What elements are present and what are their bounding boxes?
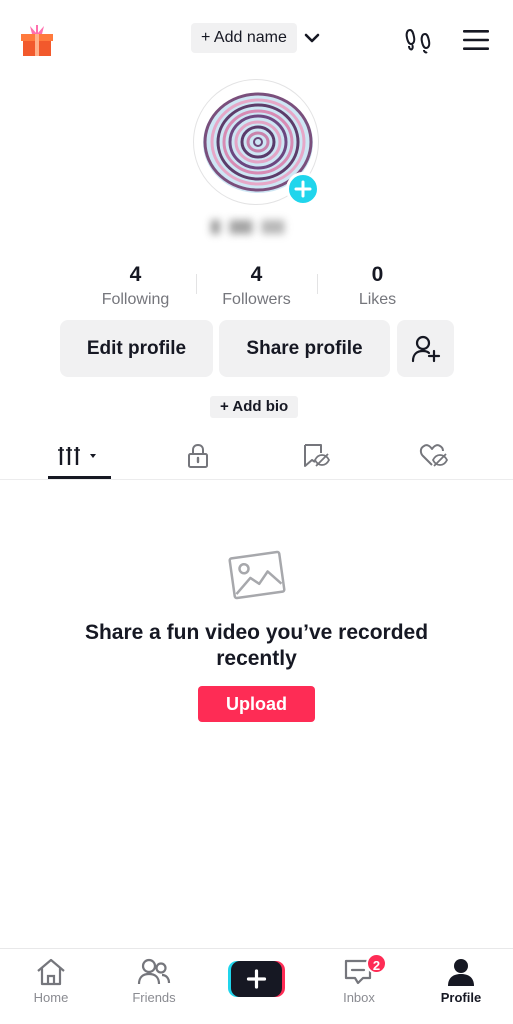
create-button[interactable] (228, 961, 285, 997)
add-user-icon (411, 335, 440, 363)
content-tabs (0, 432, 513, 480)
add-name-button[interactable]: + Add name (191, 23, 297, 53)
nav-profile[interactable]: Profile (421, 957, 501, 1005)
lock-icon (188, 443, 208, 468)
top-bar: + Add name (0, 0, 513, 80)
nav-inbox-label: Inbox (343, 990, 375, 1005)
create-icon (228, 961, 285, 997)
nav-home[interactable]: Home (11, 957, 91, 1005)
profile-icon (448, 959, 474, 986)
nav-home-label: Home (33, 990, 69, 1005)
following-count: 4 (129, 263, 142, 286)
bookmark-hidden-icon (304, 443, 330, 467)
heart-hidden-icon (419, 443, 449, 467)
avatar[interactable] (193, 79, 321, 207)
edit-profile-button[interactable]: Edit profile (60, 320, 213, 377)
plus-icon (294, 180, 312, 198)
add-friend-button[interactable] (397, 320, 454, 377)
nav-inbox[interactable]: Inbox (319, 957, 399, 1005)
following-label: Following (101, 291, 170, 308)
tab-liked[interactable] (404, 432, 464, 479)
add-name-label: + Add name (201, 29, 287, 46)
stat-likes[interactable]: 0 Likes (317, 262, 438, 312)
share-profile-button[interactable]: Share profile (219, 320, 390, 377)
add-bio-button[interactable]: + Add bio (210, 396, 299, 418)
inbox-badge: 2 (366, 953, 387, 974)
footprint-icon[interactable] (404, 26, 432, 54)
gift-icon[interactable] (20, 24, 54, 58)
likes-count: 0 (371, 263, 384, 286)
username (0, 220, 513, 242)
nav-friends[interactable]: Friends (114, 957, 194, 1005)
tab-videos[interactable] (50, 432, 110, 479)
grid-icon (58, 446, 96, 465)
empty-state-title: Share a fun video you’ve recorded recent… (84, 621, 429, 670)
followers-count: 4 (250, 263, 263, 286)
upload-button[interactable]: Upload (198, 686, 315, 722)
nav-profile-label: Profile (440, 990, 482, 1005)
nav-friends-label: Friends (132, 990, 176, 1005)
tab-private[interactable] (168, 432, 228, 479)
followers-label: Followers (222, 291, 291, 308)
active-tab-indicator (48, 476, 111, 479)
stat-following[interactable]: 4 Following (75, 262, 196, 312)
tab-favorites[interactable] (286, 432, 346, 479)
add-avatar-button[interactable] (286, 172, 320, 206)
menu-icon[interactable] (462, 28, 490, 52)
likes-label: Likes (358, 291, 397, 308)
home-icon (37, 958, 65, 986)
photo-gallery-icon (228, 550, 286, 600)
profile-stats: 4 Following 4 Followers 0 Likes (75, 262, 439, 312)
username-text (210, 220, 303, 234)
friends-icon (137, 958, 171, 985)
stat-followers[interactable]: 4 Followers (196, 262, 317, 312)
chevron-down-icon[interactable] (303, 29, 321, 47)
